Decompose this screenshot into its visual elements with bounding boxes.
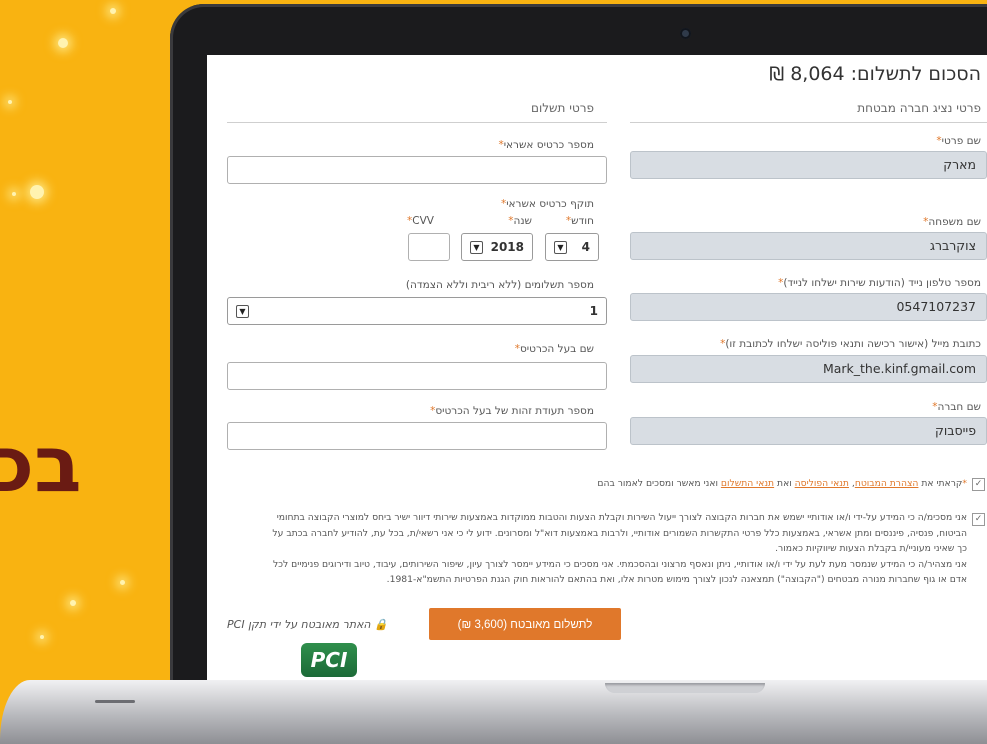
background-headline: בכ (0, 420, 82, 510)
card-number-input[interactable] (227, 156, 607, 184)
sparkle-decoration (12, 192, 16, 196)
pci-logo: PCI (301, 643, 357, 677)
marketing-consent-checkbox[interactable]: ✓ (972, 513, 985, 526)
agent-section-heading: פרטי נציג חברה מבטחת (857, 101, 981, 115)
divider (630, 122, 987, 123)
phone-field[interactable]: 0547107237 (630, 293, 987, 321)
last-name-label: שם משפחה* (923, 216, 981, 228)
security-note: 🔒 האתר מאובטח על ידי תקן PCI (227, 618, 388, 631)
chevron-down-icon: ▼ (554, 241, 567, 254)
sparkle-decoration (58, 38, 68, 48)
sparkle-decoration (8, 100, 12, 104)
first-name-field[interactable]: מארק (630, 151, 987, 179)
sparkle-decoration (70, 600, 76, 606)
sparkle-decoration (110, 8, 116, 14)
company-field[interactable]: פייסבוק (630, 417, 987, 445)
last-name-field[interactable]: צוקרברג (630, 232, 987, 260)
secure-payment-button[interactable]: לתשלום מאובטח (3,600 ₪) (429, 608, 621, 640)
expiry-year-select[interactable]: 2018 ▼ (461, 233, 533, 261)
expiry-year-label: שנה* (508, 215, 532, 227)
company-label: שם חברה* (932, 401, 981, 413)
payment-form-screen: הסכום לתשלום: 8,064 ₪ פרטי נציג חברה מבט… (207, 55, 987, 680)
cvv-input[interactable] (408, 233, 450, 261)
marketing-consent-text: אני מסכימ/ה כי המידע על-ידי ו/או אודותיי… (272, 512, 967, 585)
terms-consent-text: *קראתי את הצהרת המבוטח, תנאי הפוליסה ואת… (597, 478, 967, 489)
laptop-indicator (95, 700, 135, 703)
page-title: הסכום לתשלום: 8,064 ₪ (769, 63, 981, 85)
email-label: כתובת מייל (אישור רכישה ותנאי פוליסה ישל… (720, 338, 981, 350)
laptop-notch (605, 683, 765, 693)
payment-terms-link[interactable]: תנאי התשלום (721, 478, 774, 489)
cardholder-name-label: שם בעל הכרטיס* (514, 343, 594, 355)
sparkle-decoration (40, 635, 44, 639)
payment-section-heading: פרטי תשלום (531, 101, 594, 115)
lock-icon: 🔒 (374, 618, 388, 631)
email-field[interactable]: Mark_the.kinf.gmail.com (630, 355, 987, 383)
chevron-down-icon: ▼ (470, 241, 483, 254)
chevron-down-icon: ▼ (236, 305, 249, 318)
terms-checkbox[interactable]: ✓ (972, 478, 985, 491)
policy-terms-link[interactable]: תנאי הפוליסה (795, 478, 849, 489)
divider (227, 122, 607, 123)
card-number-label: מספר כרטיס אשראי* (498, 139, 594, 151)
sparkle-decoration (30, 185, 44, 199)
cardholder-name-input[interactable] (227, 362, 607, 390)
camera-icon (680, 28, 691, 39)
first-name-label: שם פרטי* (936, 135, 981, 147)
cardholder-id-input[interactable] (227, 422, 607, 450)
sparkle-decoration (120, 580, 125, 585)
cardholder-id-label: מספר תעודת זהות של בעל הכרטיס* (430, 405, 594, 417)
declaration-link[interactable]: הצהרת המבוטח (855, 478, 919, 489)
laptop-base (0, 680, 987, 744)
phone-label: מספר טלפון נייד (הודעות שירות ישלחו לניי… (778, 277, 981, 289)
installments-label: מספר תשלומים (ללא ריבית וללא הצמדה) (405, 279, 594, 291)
expiry-month-select[interactable]: 4 ▼ (545, 233, 599, 261)
card-expiry-label: תוקף כרטיס אשראי* (500, 198, 594, 210)
cvv-label: CVV* (407, 215, 434, 227)
expiry-month-label: חודש* (565, 215, 594, 227)
installments-select[interactable]: 1 ▼ (227, 297, 607, 325)
